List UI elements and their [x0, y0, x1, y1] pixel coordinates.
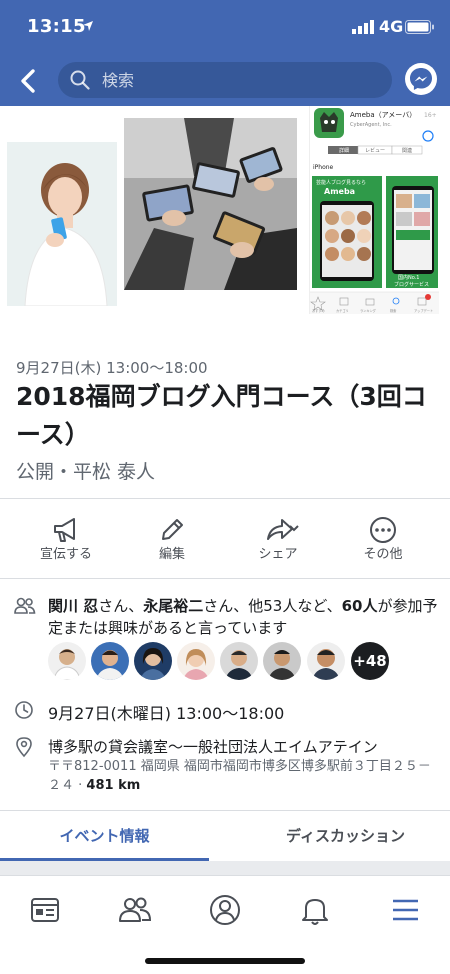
search-bar[interactable]	[58, 62, 392, 98]
news-feed-icon[interactable]	[25, 890, 65, 930]
megaphone-icon	[54, 518, 75, 542]
event-address[interactable]: 〒〒812-0011 福岡県 福岡市福岡市博多区博多駅前３丁目２５－２４ · 4…	[48, 757, 438, 795]
avatar[interactable]	[134, 642, 172, 680]
more-button[interactable]: その他	[333, 499, 433, 577]
appstore-tabbar-label: ランキング	[360, 308, 377, 313]
notifications-icon[interactable]	[295, 890, 335, 930]
profile-icon[interactable]	[205, 890, 245, 930]
guests-icon	[14, 597, 36, 614]
search-input[interactable]	[102, 62, 382, 98]
avatar[interactable]	[263, 642, 301, 680]
cover-photo-woman	[7, 142, 117, 306]
more-guests-count[interactable]: +48	[351, 642, 389, 680]
edit-button[interactable]: 編集	[122, 499, 222, 577]
event-time[interactable]: 9月27日(木曜日) 13:00〜18:00	[48, 700, 284, 724]
event-place[interactable]: 博多駅の貸会議室〜一般社団法人エイムアテイン	[48, 736, 438, 757]
avatar[interactable]	[220, 642, 258, 680]
appstore-age: 16+	[424, 112, 437, 119]
share-label: シェア	[258, 547, 298, 562]
going-sep-1: さん、	[98, 597, 144, 615]
clock-icon	[15, 701, 33, 719]
divider	[0, 578, 450, 579]
friends-icon[interactable]	[115, 890, 155, 930]
promote-button[interactable]: 宣伝する	[16, 499, 116, 577]
home-indicator[interactable]	[145, 958, 305, 964]
promote-label: 宣伝する	[39, 547, 92, 562]
avatar[interactable]	[91, 642, 129, 680]
appstore-caption-3: 国内No.1	[398, 274, 419, 281]
appstore-tab-reviews: レビュー	[365, 147, 385, 154]
tab-event-info[interactable]: イベント情報	[0, 811, 209, 861]
going-count: 60人	[341, 597, 378, 615]
appstore-tabbar-label: カテゴリ	[336, 308, 349, 313]
appstore-caption-2: Ameba	[324, 187, 355, 196]
event-host[interactable]: 公開・平松 泰人	[16, 457, 155, 484]
event-actions: 宣伝する 編集 シェア その他	[0, 499, 450, 577]
avatar[interactable]	[177, 642, 215, 680]
guest-name-2[interactable]: 永尾裕二	[143, 597, 203, 615]
messenger-icon[interactable]	[404, 62, 438, 96]
appstore-app-dev: CyberAgent, Inc.	[350, 122, 392, 128]
event-cover-photo[interactable]: Ameba（アメーバ） CyberAgent, Inc. 16+ 詳細 レビュー…	[0, 106, 450, 336]
edit-label: 編集	[158, 547, 185, 562]
event-title: 2018福岡ブログ入門コース（3回コース）	[16, 382, 427, 449]
distance: 481 km	[86, 778, 141, 793]
guest-name-1[interactable]: 関川 忍	[48, 597, 98, 615]
network-type: 4G	[379, 17, 404, 36]
appstore-tab-related: 関連	[402, 147, 412, 154]
appstore-tabbar-label: 検索	[390, 308, 396, 313]
appstore-tab-details: 詳細	[339, 147, 349, 154]
app-header: 13:15 4G	[0, 0, 450, 106]
location-pin-icon	[16, 737, 32, 758]
appstore-app-name: Ameba（アメーバ）	[350, 111, 416, 119]
search-icon	[70, 70, 90, 90]
back-button[interactable]	[14, 66, 44, 96]
appstore-tabbar-label: おすすめ	[312, 308, 325, 313]
avatar[interactable]	[48, 642, 86, 680]
tab-discussion[interactable]: ディスカッション	[241, 811, 450, 861]
signal-icon	[352, 20, 374, 34]
chevron-down-icon	[289, 525, 299, 532]
location-arrow-icon	[83, 21, 93, 31]
appstore-caption-1: 芸能人ブログ見るなら	[316, 179, 366, 186]
more-icon	[370, 517, 396, 543]
section-separator	[0, 861, 450, 875]
appstore-platform: iPhone	[313, 164, 334, 171]
more-label: その他	[363, 547, 403, 562]
appstore-tabbar-label: アップデート	[414, 308, 433, 313]
cover-photo-smartphones	[124, 118, 297, 290]
event-date-small: 9月27日(木) 13:00〜18:00	[16, 359, 208, 377]
going-summary[interactable]: 関川 忍さん、永尾裕二さん、他53人など、60人が参加予定または興味があると言っ…	[48, 595, 440, 639]
status-time: 13:15	[27, 16, 86, 37]
menu-icon[interactable]	[385, 890, 425, 930]
appstore-caption-4: ブログサービス	[394, 281, 429, 288]
avatar[interactable]	[307, 642, 345, 680]
pencil-icon	[162, 519, 183, 540]
battery-icon	[405, 20, 434, 34]
cover-photo-appstore: Ameba（アメーバ） CyberAgent, Inc. 16+ 詳細 レビュー…	[309, 106, 439, 314]
status-bar: 13:15 4G	[0, 0, 450, 54]
going-sep-2: さん、他53人など、	[203, 597, 342, 615]
share-button[interactable]: シェア	[228, 499, 328, 577]
event-tabs: イベント情報 ディスカッション	[0, 811, 450, 861]
